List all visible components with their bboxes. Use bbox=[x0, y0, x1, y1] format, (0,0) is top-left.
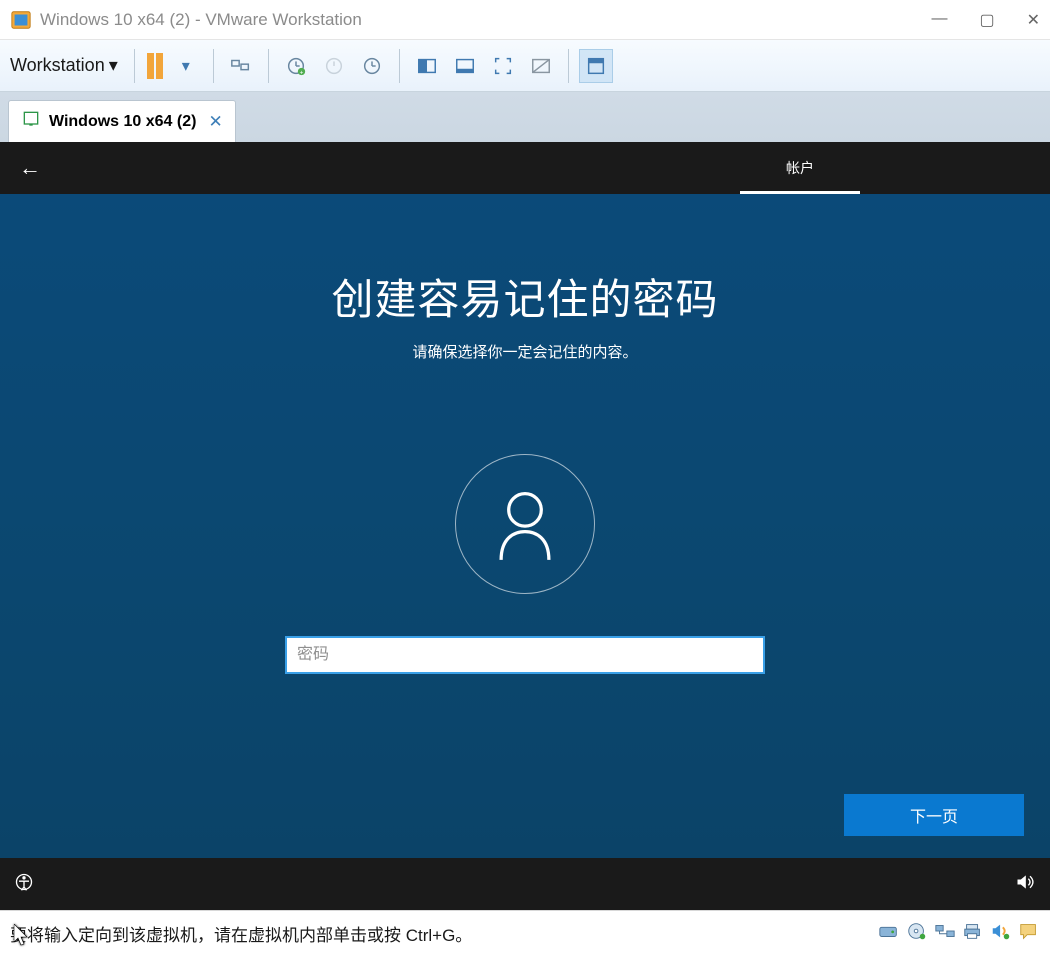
toolbar-separator bbox=[213, 49, 214, 83]
user-icon bbox=[490, 486, 560, 562]
volume-button[interactable] bbox=[1014, 872, 1036, 897]
workstation-menu-label: Workstation bbox=[10, 55, 105, 76]
pause-bar-icon bbox=[156, 53, 163, 79]
chevron-down-icon: ▾ bbox=[109, 55, 118, 76]
minimize-button[interactable]: — bbox=[931, 10, 947, 30]
network-icon[interactable] bbox=[934, 921, 956, 946]
view-unity-button[interactable] bbox=[524, 49, 558, 83]
clock-plus-icon: + bbox=[285, 55, 307, 77]
chevron-down-icon: ▾ bbox=[182, 56, 190, 76]
arrow-left-icon: ← bbox=[19, 155, 41, 181]
status-message: 要将输入定向到该虚拟机，请在虚拟机内部单击或按 Ctrl+G。 bbox=[10, 921, 878, 946]
status-icons bbox=[878, 921, 1040, 946]
view-fullscreen-bar-button[interactable] bbox=[448, 49, 482, 83]
guest-screen: ← 帐户 创建容易记住的密码 请确保选择你一定会记住的内容。 下一页 bbox=[0, 142, 1050, 910]
vmware-toolbar: Workstation ▾ ▾ + bbox=[0, 40, 1050, 92]
screen-bar-icon bbox=[454, 55, 476, 77]
window-title: Windows 10 x64 (2) - VMware Workstation bbox=[40, 10, 931, 30]
view-console-button[interactable] bbox=[410, 49, 444, 83]
toolbar-separator bbox=[399, 49, 400, 83]
vmware-app-icon bbox=[10, 9, 32, 31]
unity-disabled-icon bbox=[530, 55, 552, 77]
snapshot-manager-button[interactable] bbox=[355, 49, 389, 83]
message-log-icon[interactable] bbox=[1018, 921, 1040, 946]
oobe-tab-account[interactable]: 帐户 bbox=[740, 142, 860, 194]
clock-manager-icon bbox=[361, 55, 383, 77]
vm-tab-icon bbox=[21, 109, 41, 134]
library-button[interactable] bbox=[579, 49, 613, 83]
sound-icon[interactable] bbox=[990, 921, 1012, 946]
ease-of-access-icon bbox=[14, 872, 34, 892]
oobe-tab-label: 帐户 bbox=[786, 160, 814, 176]
snapshot-take-button[interactable]: + bbox=[279, 49, 313, 83]
toolbar-separator bbox=[134, 49, 135, 83]
oobe-topbar: ← 帐户 bbox=[0, 142, 1050, 194]
printer-icon[interactable] bbox=[962, 921, 984, 946]
power-dropdown[interactable]: ▾ bbox=[169, 49, 203, 83]
tab-close-button[interactable]: ✕ bbox=[208, 112, 222, 132]
pause-bar-icon bbox=[147, 53, 154, 79]
next-button[interactable]: 下一页 bbox=[844, 794, 1024, 836]
clock-icon bbox=[323, 55, 345, 77]
toolbar-separator bbox=[568, 49, 569, 83]
ease-of-access-button[interactable] bbox=[14, 872, 34, 897]
hdd-icon[interactable] bbox=[878, 921, 900, 946]
host-titlebar: Windows 10 x64 (2) - VMware Workstation … bbox=[0, 0, 1050, 40]
speaker-icon bbox=[1014, 872, 1036, 892]
view-fullscreen-button[interactable] bbox=[486, 49, 520, 83]
send-ctrl-alt-del-button[interactable] bbox=[224, 49, 258, 83]
vm-tab-strip: Windows 10 x64 (2) ✕ bbox=[0, 92, 1050, 142]
cd-icon[interactable] bbox=[906, 921, 928, 946]
workstation-menu[interactable]: Workstation ▾ bbox=[8, 52, 124, 79]
keys-icon bbox=[230, 55, 252, 77]
maximize-button[interactable]: ▢ bbox=[979, 10, 994, 30]
oobe-bottombar bbox=[0, 858, 1050, 910]
vm-tab-label: Windows 10 x64 (2) bbox=[49, 113, 196, 131]
password-input[interactable] bbox=[285, 636, 765, 674]
window-controls: — ▢ ✕ bbox=[931, 10, 1040, 30]
vm-tab-active[interactable]: Windows 10 x64 (2) ✕ bbox=[8, 100, 236, 142]
pause-button[interactable] bbox=[145, 51, 165, 81]
fullscreen-icon bbox=[492, 55, 514, 77]
toolbar-separator bbox=[268, 49, 269, 83]
close-button[interactable]: ✕ bbox=[1027, 10, 1040, 30]
split-screen-icon bbox=[416, 55, 438, 77]
oobe-subheading: 请确保选择你一定会记住的内容。 bbox=[412, 341, 637, 362]
snapshot-revert-button[interactable] bbox=[317, 49, 351, 83]
library-icon bbox=[585, 55, 607, 77]
oobe-content: 创建容易记住的密码 请确保选择你一定会记住的内容。 下一页 bbox=[0, 194, 1050, 858]
svg-text:+: + bbox=[299, 69, 303, 76]
status-bar: 要将输入定向到该虚拟机，请在虚拟机内部单击或按 Ctrl+G。 bbox=[0, 910, 1050, 955]
back-button[interactable]: ← bbox=[0, 155, 60, 181]
avatar-placeholder bbox=[455, 454, 595, 594]
oobe-heading: 创建容易记住的密码 bbox=[331, 266, 718, 327]
